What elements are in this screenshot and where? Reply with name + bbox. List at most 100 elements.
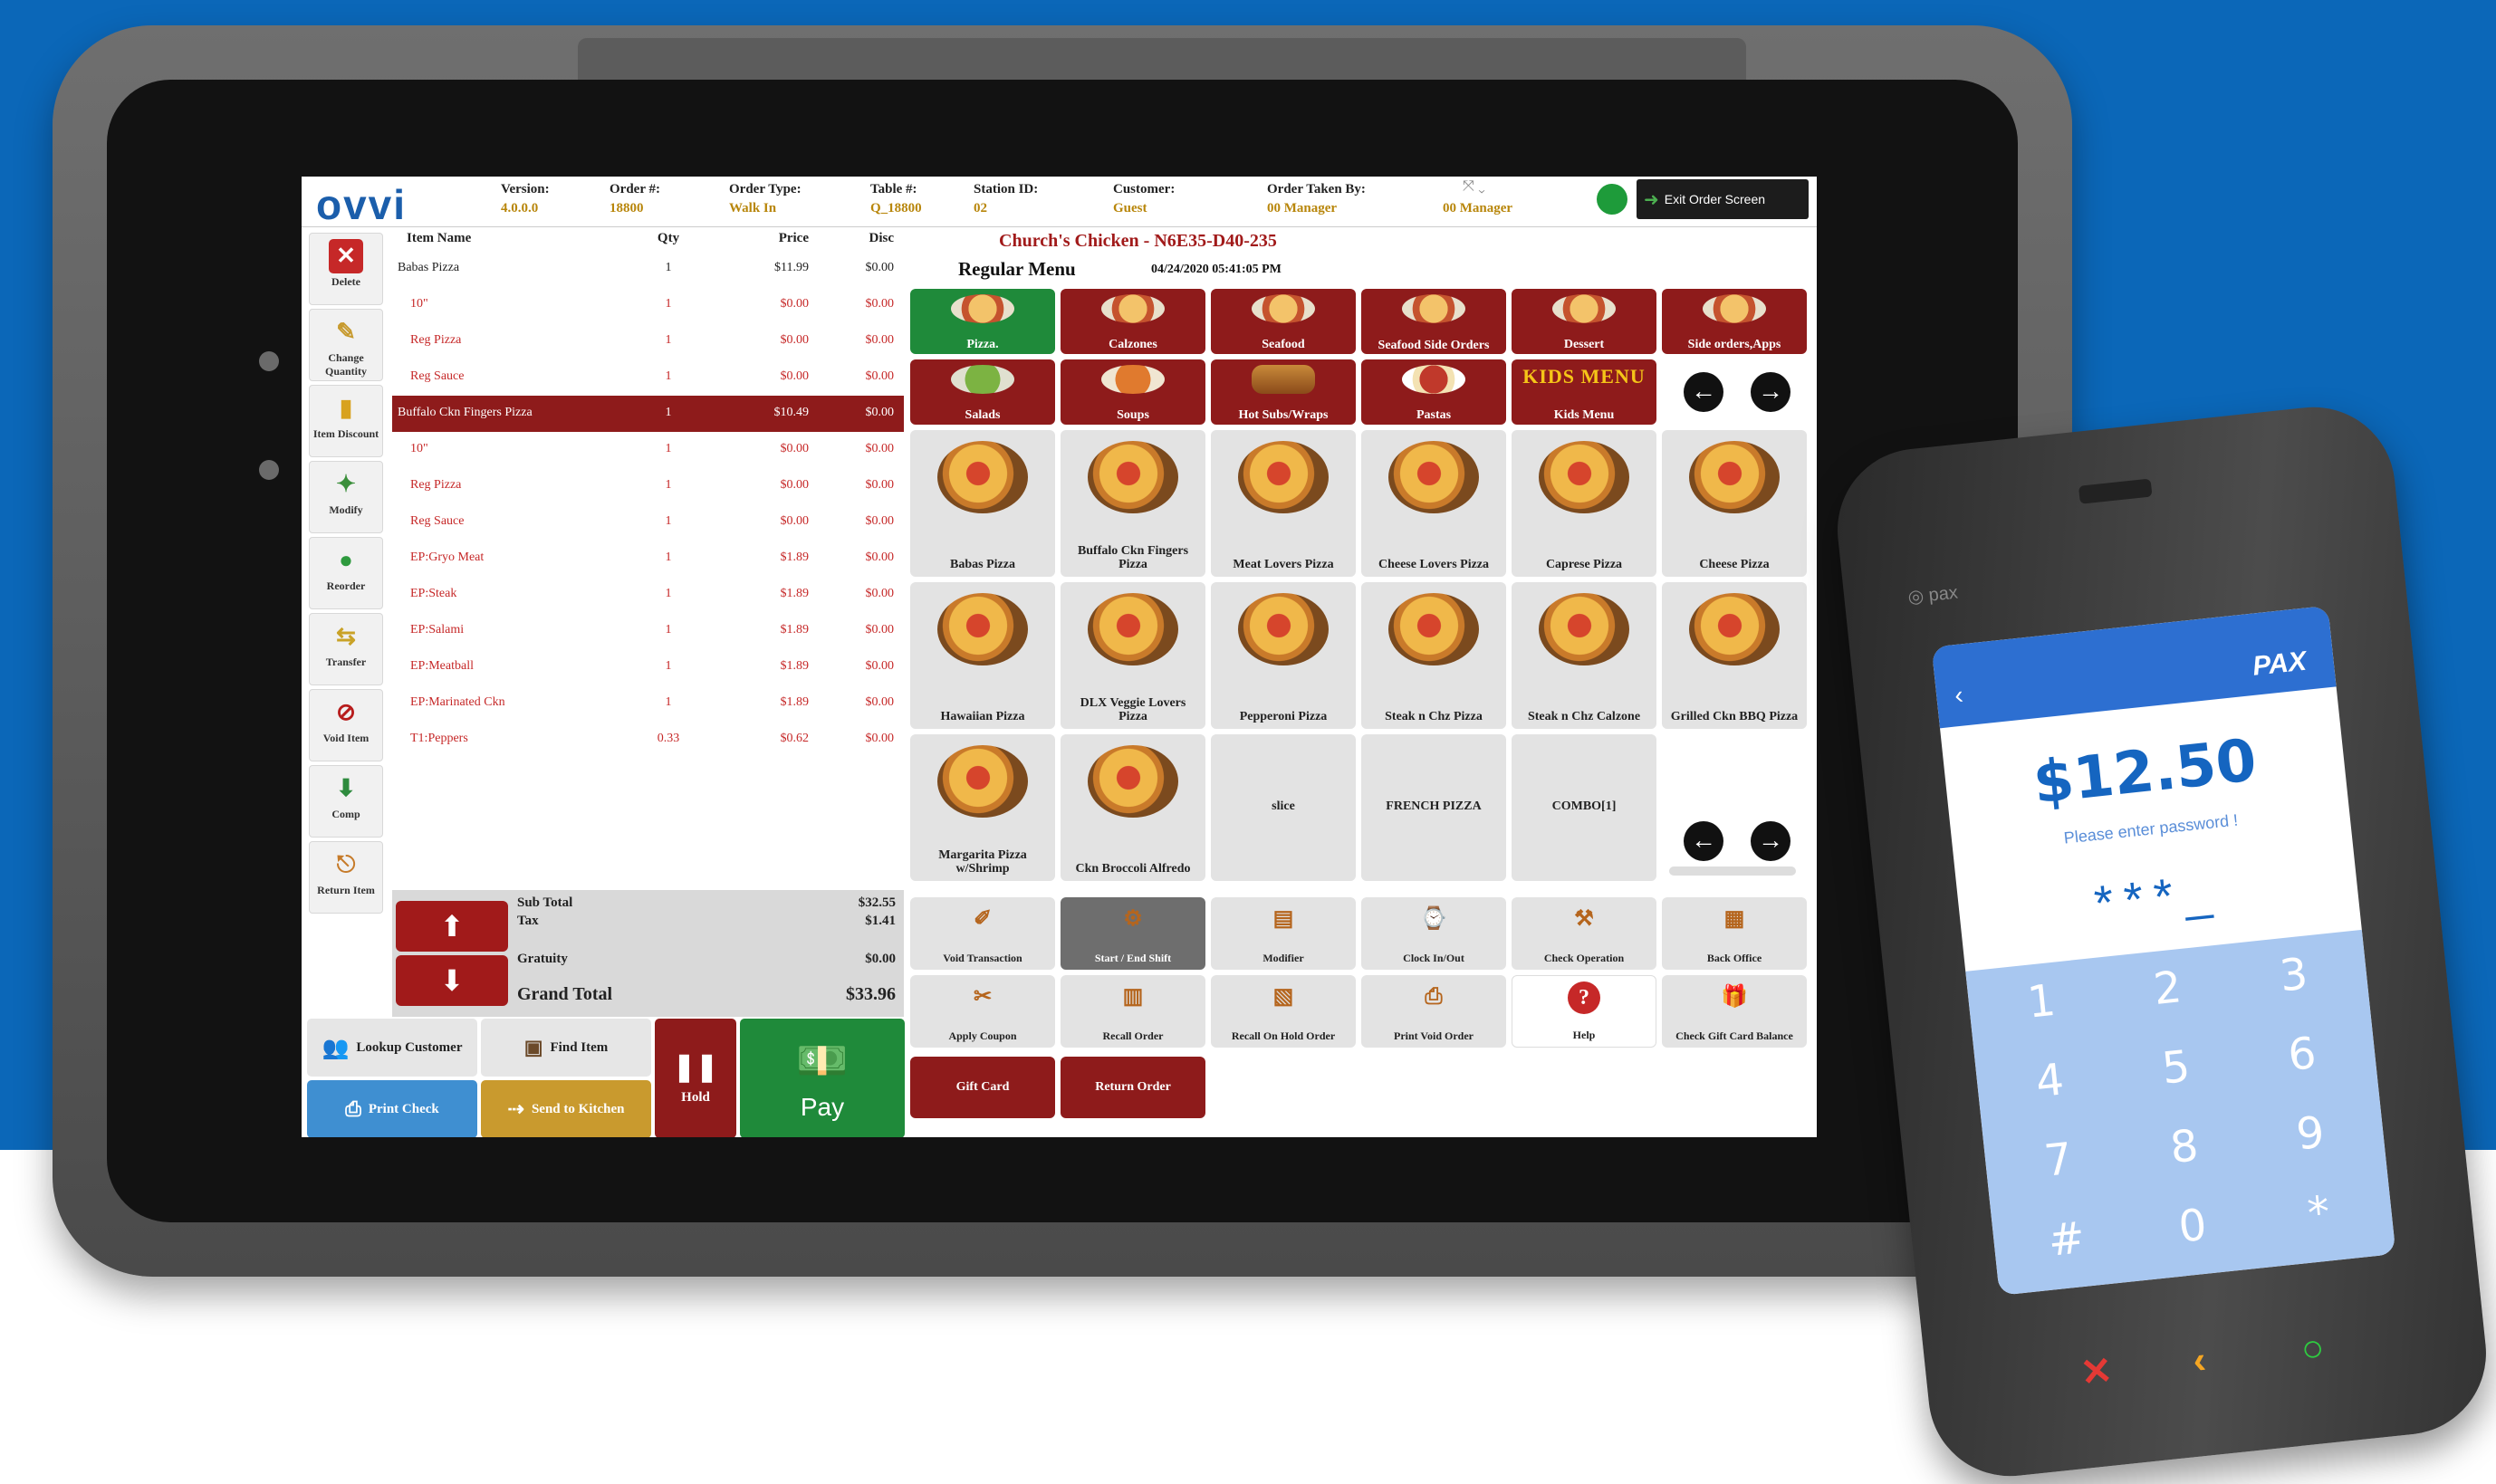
order-item-price: $0.00 (780, 514, 810, 528)
order-row[interactable]: EP:Marinated Ckn 1 $1.89 $0.00 (392, 685, 904, 722)
menu-item-tile[interactable]: Margarita Pizza w/Shrimp (910, 734, 1055, 881)
print-check-button[interactable]: ⎙ Print Check (307, 1080, 477, 1137)
category-calzones[interactable]: Calzones (1061, 289, 1205, 354)
keypad-key[interactable]: 0 (2135, 1182, 2251, 1270)
keypad-key[interactable]: 8 (2126, 1104, 2242, 1192)
category-salads[interactable]: Salads (910, 359, 1055, 425)
return-order-button[interactable]: Return Order (1061, 1057, 1205, 1118)
keypad-key[interactable]: * (2261, 1169, 2376, 1257)
category-kids-menu[interactable]: KIDS MENU Kids Menu (1512, 359, 1656, 425)
help-button[interactable]: ? Help (1512, 975, 1656, 1048)
recall-order-button[interactable]: ▥ Recall Order (1061, 975, 1205, 1048)
reorder-button[interactable]: ● Reorder (309, 537, 383, 609)
check-gift-card-balance-button[interactable]: 🎁 Check Gift Card Balance (1662, 975, 1807, 1048)
menu-item-tile[interactable]: Meat Lovers Pizza (1211, 430, 1356, 577)
keypad-key[interactable]: 6 (2244, 1010, 2360, 1098)
order-row[interactable]: T1:Peppers 0.33 $0.62 $0.00 (392, 722, 904, 758)
order-row[interactable]: EP:Gryo Meat 1 $1.89 $0.00 (392, 541, 904, 577)
tax-value: $1.41 (865, 914, 896, 928)
menu-item-tile[interactable]: COMBO[1] (1512, 734, 1656, 881)
menu-item-tile[interactable]: slice (1211, 734, 1356, 881)
keypad-key[interactable]: 5 (2118, 1024, 2234, 1112)
menu-item-tile[interactable]: Cheese Pizza (1662, 430, 1807, 577)
clock-in-out-button[interactable]: ⌚ Clock In/Out (1361, 897, 1506, 970)
menu-item-tile[interactable]: Pepperoni Pizza (1211, 582, 1356, 729)
delete-button[interactable]: ✕ Delete (309, 233, 383, 305)
menu-item-tile[interactable]: Buffalo Ckn Fingers Pizza (1061, 430, 1205, 577)
menu-item-tile[interactable]: DLX Veggie Lovers Pizza (1061, 582, 1205, 729)
back-office-button[interactable]: ▦ Back Office (1662, 897, 1807, 970)
exit-order-screen-button[interactable]: ➜ Exit Order Screen (1637, 179, 1809, 219)
menu-item-tile[interactable]: Babas Pizza (910, 430, 1055, 577)
menu-item-tile[interactable]: Caprese Pizza (1512, 430, 1656, 577)
menu-item-tile[interactable]: Hawaiian Pizza (910, 582, 1055, 729)
hold-button[interactable]: ❚❚ Hold (655, 1019, 736, 1137)
category-side-orders-apps[interactable]: Side orders,Apps (1662, 289, 1807, 354)
keypad-key[interactable]: 3 (2236, 932, 2352, 1020)
scroll-up-button[interactable]: ⬆ (396, 901, 508, 952)
check-operation-button[interactable]: ⚒ Check Operation (1512, 897, 1656, 970)
void-transaction-button[interactable]: ✐ Void Transaction (910, 897, 1055, 970)
order-row[interactable]: 10" 1 $0.00 $0.00 (392, 432, 904, 468)
keypad-key[interactable]: # (2009, 1196, 2125, 1284)
keypad-key[interactable]: 9 (2252, 1090, 2368, 1178)
order-row[interactable]: EP:Steak 1 $1.89 $0.00 (392, 577, 904, 613)
start-end-shift-button[interactable]: ⚙ Start / End Shift (1061, 897, 1205, 970)
order-row[interactable]: EP:Salami 1 $1.89 $0.00 (392, 613, 904, 649)
chevron-down-icon[interactable]: ⤧ ⌄ (1463, 178, 1485, 195)
back-icon[interactable]: ‹ (1954, 681, 1965, 711)
find-item-button[interactable]: ▣ Find Item (481, 1019, 651, 1077)
category-prev-button[interactable]: ← (1684, 372, 1723, 412)
return-item-button[interactable]: ⎋ Return Item (309, 841, 383, 914)
order-row[interactable]: Reg Sauce 1 $0.00 $0.00 (392, 359, 904, 396)
category-soups[interactable]: Soups (1061, 359, 1205, 425)
items-next-button[interactable]: → (1751, 821, 1790, 861)
change-quantity-button[interactable]: ✎ Change Quantity (309, 309, 383, 381)
keypad-key[interactable]: 4 (1992, 1038, 2107, 1125)
category-next-button[interactable]: → (1751, 372, 1790, 412)
category-seafood-side-orders[interactable]: Seafood Side Orders (1361, 289, 1506, 354)
order-row[interactable]: EP:Meatball 1 $1.89 $0.00 (392, 649, 904, 685)
menu-item-tile[interactable]: Cheese Lovers Pizza (1361, 430, 1506, 577)
apply-coupon-button[interactable]: ✂ Apply Coupon (910, 975, 1055, 1048)
menu-item-tile[interactable]: Ckn Broccoli Alfredo (1061, 734, 1205, 881)
terminal-password-field[interactable]: ***_ (1957, 848, 2359, 946)
order-row[interactable]: 10" 1 $0.00 $0.00 (392, 287, 904, 323)
keypad-key[interactable]: 1 (1983, 958, 2099, 1046)
menu-item-tile[interactable]: Steak n Chz Pizza (1361, 582, 1506, 729)
cancel-icon[interactable]: ✕ (2078, 1347, 2115, 1394)
menu-item-tile[interactable]: Steak n Chz Calzone (1512, 582, 1656, 729)
items-scrollbar[interactable] (1669, 866, 1796, 876)
confirm-icon[interactable]: ○ (2299, 1326, 2326, 1371)
order-row[interactable]: Reg Pizza 1 $0.00 $0.00 (392, 468, 904, 504)
category-pastas[interactable]: Pastas (1361, 359, 1506, 425)
order-row[interactable]: Babas Pizza 1 $11.99 $0.00 (392, 251, 904, 287)
category-hot-subs-wraps[interactable]: Hot Subs/Wraps (1211, 359, 1356, 425)
category-pizza[interactable]: Pizza. (910, 289, 1055, 354)
category-dessert[interactable]: Dessert (1512, 289, 1656, 354)
lookup-customer-button[interactable]: 👥 Lookup Customer (307, 1019, 477, 1077)
modify-button[interactable]: ✦ Modify (309, 461, 383, 533)
keypad-key[interactable]: 7 (2001, 1116, 2117, 1204)
order-row[interactable]: Reg Sauce 1 $0.00 $0.00 (392, 504, 904, 541)
item-discount-button[interactable]: ▮ Item Discount (309, 385, 383, 457)
transfer-button[interactable]: ⇆ Transfer (309, 613, 383, 685)
pay-button[interactable]: 💵 Pay (740, 1019, 905, 1137)
recall-on-hold-order-button[interactable]: ▧ Recall On Hold Order (1211, 975, 1356, 1048)
scroll-down-button[interactable]: ⬇ (396, 955, 508, 1006)
keypad-key[interactable]: 2 (2109, 945, 2225, 1033)
items-prev-button[interactable]: ← (1684, 821, 1723, 861)
backspace-icon[interactable]: ‹ (2191, 1338, 2208, 1383)
void-item-button[interactable]: ⊘ Void Item (309, 689, 383, 761)
send-to-kitchen-button[interactable]: ⇢ Send to Kitchen (481, 1080, 651, 1137)
menu-item-tile[interactable]: FRENCH PIZZA (1361, 734, 1506, 881)
modifier-button[interactable]: ▤ Modifier (1211, 897, 1356, 970)
restaurant-title: Church's Chicken - N6E35-D40-235 (999, 231, 1277, 251)
category-seafood[interactable]: Seafood (1211, 289, 1356, 354)
gift-card-button[interactable]: Gift Card (910, 1057, 1055, 1118)
order-row[interactable]: Reg Pizza 1 $0.00 $0.00 (392, 323, 904, 359)
order-row[interactable]: Buffalo Ckn Fingers Pizza 1 $10.49 $0.00 (392, 396, 904, 432)
print-void-order-button[interactable]: ⎙ Print Void Order (1361, 975, 1506, 1048)
comp-button[interactable]: ⬇ Comp (309, 765, 383, 838)
menu-item-tile[interactable]: Grilled Ckn BBQ Pizza (1662, 582, 1807, 729)
